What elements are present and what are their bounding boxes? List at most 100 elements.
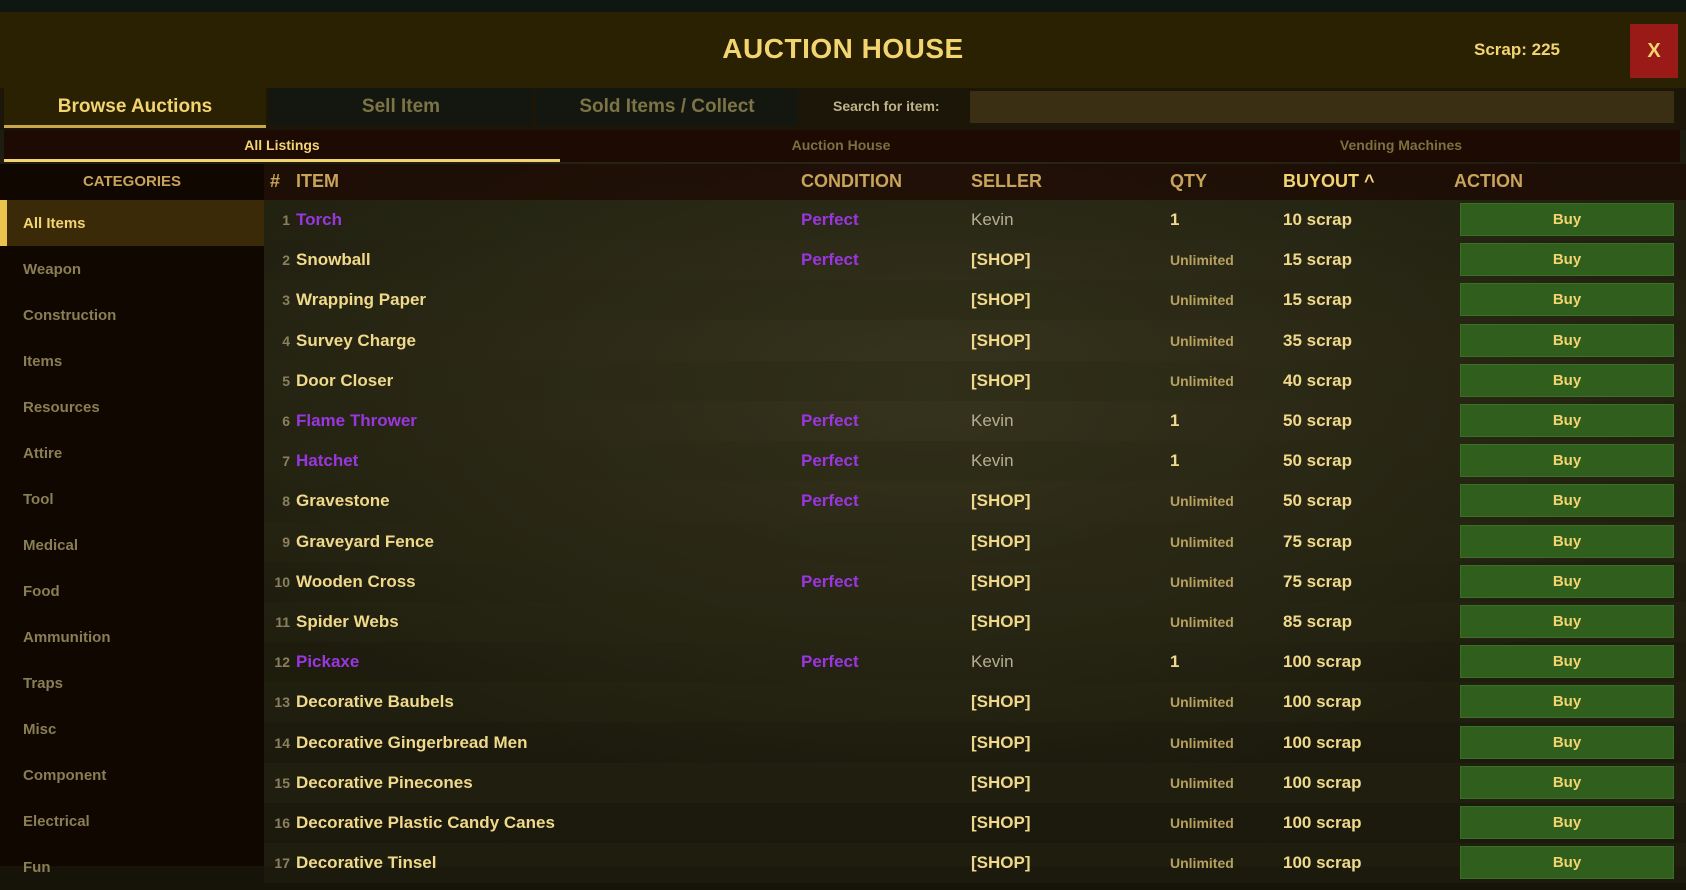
row-number: 16 bbox=[274, 815, 290, 831]
table-row: 16 Decorative Plastic Candy Canes [SHOP] Un… bbox=[264, 803, 1686, 843]
buy-button[interactable]: Buy bbox=[1460, 323, 1674, 357]
item-name: Decorative Tinsel bbox=[296, 853, 437, 873]
row-number: 4 bbox=[282, 332, 290, 349]
table-row: 15 Decorative Pinecones [SHOP] Unlimited 100… bbox=[264, 762, 1686, 803]
item-buyout-price: 100 scrap bbox=[1283, 813, 1362, 832]
category-all-items[interactable]: All Items bbox=[0, 200, 264, 246]
buy-button[interactable]: Buy bbox=[1460, 243, 1674, 277]
tab-sold-items-collect[interactable]: Sold Items / Collect bbox=[536, 88, 798, 126]
row-number: 11 bbox=[275, 614, 290, 630]
item-quantity: Unlimited bbox=[1170, 855, 1234, 872]
item-quantity: Unlimited bbox=[1170, 694, 1234, 711]
row-number: 15 bbox=[274, 774, 290, 791]
item-seller: Kevin bbox=[971, 210, 1014, 229]
category-medical[interactable]: Medical bbox=[0, 522, 264, 568]
row-number: 9 bbox=[282, 533, 290, 550]
tab-browse-auctions[interactable]: Browse Auctions bbox=[4, 88, 266, 128]
item-name: Decorative Plastic Candy Canes bbox=[296, 813, 555, 832]
category-resources[interactable]: Resources bbox=[0, 384, 264, 430]
category-component[interactable]: Component bbox=[0, 752, 264, 798]
item-seller: [SHOP] bbox=[971, 813, 1031, 832]
item-buyout-price: 10 scrap bbox=[1283, 210, 1352, 229]
item-buyout-price: 50 scrap bbox=[1283, 411, 1352, 430]
table-row: 11 Spider Webs [SHOP] Unlimited 85 scrap Buy bbox=[264, 602, 1686, 642]
table-row: 6 Flame Thrower Perfect Kevin 1 50 scrap Buy bbox=[264, 401, 1686, 441]
item-quantity: Unlimited bbox=[1170, 573, 1234, 590]
item-quantity: Unlimited bbox=[1170, 292, 1234, 309]
header-seller[interactable]: SELLER bbox=[971, 171, 1042, 192]
buy-button[interactable]: Buy bbox=[1460, 765, 1674, 799]
table-row: 13 Decorative Baubels [SHOP] Unlimited 100 s… bbox=[264, 682, 1686, 723]
buy-button[interactable]: Buy bbox=[1460, 404, 1674, 437]
subtab-vending-machines[interactable]: Vending Machines bbox=[1122, 130, 1680, 159]
categories-title: CATEGORIES bbox=[82, 173, 182, 190]
header-condition[interactable]: CONDITION bbox=[801, 171, 902, 192]
buy-button[interactable]: Buy bbox=[1460, 203, 1674, 236]
tab-sell-item[interactable]: Sell Item bbox=[270, 88, 532, 126]
table-row: 10 Wooden Cross Perfect [SHOP] Unlimited 75 s… bbox=[264, 562, 1686, 602]
header-item[interactable]: ITEM bbox=[296, 171, 339, 192]
category-fun[interactable]: Fun bbox=[0, 844, 264, 890]
item-seller: [SHOP] bbox=[971, 491, 1031, 511]
category-misc[interactable]: Misc bbox=[0, 706, 264, 752]
buy-button[interactable]: Buy bbox=[1460, 846, 1674, 880]
table-row: 2 Snowball Perfect [SHOP] Unlimited 15 scrap B… bbox=[264, 240, 1686, 280]
category-ammunition[interactable]: Ammunition bbox=[0, 614, 264, 660]
category-items[interactable]: Items bbox=[0, 338, 264, 384]
item-name: Graveyard Fence bbox=[296, 531, 434, 551]
item-quantity: Unlimited bbox=[1170, 614, 1234, 630]
table-row: 7 Hatchet Perfect Kevin 1 50 scrap Buy bbox=[264, 441, 1686, 482]
row-number: 8 bbox=[282, 493, 290, 510]
buy-button[interactable]: Buy bbox=[1460, 725, 1674, 759]
item-seller: Kevin bbox=[971, 451, 1014, 471]
buy-button[interactable]: Buy bbox=[1460, 444, 1674, 478]
buy-button[interactable]: Buy bbox=[1460, 645, 1674, 679]
row-number: 12 bbox=[274, 654, 290, 671]
item-condition: Perfect bbox=[801, 411, 859, 430]
buy-button[interactable]: Buy bbox=[1460, 363, 1674, 397]
item-buyout-price: 100 scrap bbox=[1283, 692, 1362, 712]
item-seller: [SHOP] bbox=[971, 612, 1031, 631]
buy-button[interactable]: Buy bbox=[1460, 564, 1674, 598]
item-buyout-price: 85 scrap bbox=[1283, 612, 1352, 631]
buy-button[interactable]: Buy bbox=[1460, 484, 1674, 518]
item-buyout-price: 100 scrap bbox=[1283, 732, 1362, 752]
search-input[interactable] bbox=[970, 91, 1674, 123]
buy-button[interactable]: Buy bbox=[1460, 685, 1674, 719]
category-weapon[interactable]: Weapon bbox=[0, 246, 264, 292]
item-seller: [SHOP] bbox=[971, 571, 1031, 591]
category-attire[interactable]: Attire bbox=[0, 430, 264, 476]
buy-button[interactable]: Buy bbox=[1460, 806, 1674, 839]
item-buyout-price: 15 scrap bbox=[1283, 290, 1352, 310]
table-row: 9 Graveyard Fence [SHOP] Unlimited 75 scrap B… bbox=[264, 521, 1686, 562]
category-tool[interactable]: Tool bbox=[0, 476, 264, 522]
category-traps[interactable]: Traps bbox=[0, 660, 264, 706]
close-button[interactable]: X bbox=[1630, 24, 1678, 78]
table-row: 14 Decorative Gingerbread Men [SHOP] Unlimi… bbox=[264, 723, 1686, 763]
table-header: # ITEM CONDITION SELLER QTY BUYOUT ^ ACT… bbox=[264, 164, 1686, 200]
category-food[interactable]: Food bbox=[0, 568, 264, 614]
item-quantity: Unlimited bbox=[1170, 332, 1234, 349]
category-construction[interactable]: Construction bbox=[0, 292, 264, 338]
header-buyout[interactable]: BUYOUT ^ bbox=[1283, 171, 1375, 192]
row-number: 1 bbox=[282, 212, 290, 228]
table-row: 4 Survey Charge [SHOP] Unlimited 35 scrap Buy bbox=[264, 321, 1686, 361]
subtab-auction-house[interactable]: Auction House bbox=[562, 130, 1120, 159]
subtab-all-listings[interactable]: All Listings bbox=[4, 130, 560, 162]
item-name: Torch bbox=[296, 210, 342, 229]
item-buyout-price: 50 scrap bbox=[1283, 451, 1352, 471]
row-number: 7 bbox=[282, 453, 290, 470]
item-name: Snowball bbox=[296, 250, 371, 270]
item-quantity: Unlimited bbox=[1170, 372, 1234, 389]
buy-button[interactable]: Buy bbox=[1460, 283, 1674, 317]
category-electrical[interactable]: Electrical bbox=[0, 798, 264, 844]
buy-button[interactable]: Buy bbox=[1460, 524, 1674, 558]
item-condition: Perfect bbox=[801, 250, 859, 270]
item-name: Decorative Pinecones bbox=[296, 772, 473, 792]
buy-button[interactable]: Buy bbox=[1460, 605, 1674, 638]
table-row: 12 Pickaxe Perfect Kevin 1 100 scrap Buy bbox=[264, 642, 1686, 682]
table-row: 8 Gravestone Perfect [SHOP] Unlimited 50 scra… bbox=[264, 481, 1686, 521]
item-seller: [SHOP] bbox=[971, 853, 1031, 873]
header-qty[interactable]: QTY bbox=[1170, 171, 1207, 192]
item-name: Gravestone bbox=[296, 491, 390, 511]
